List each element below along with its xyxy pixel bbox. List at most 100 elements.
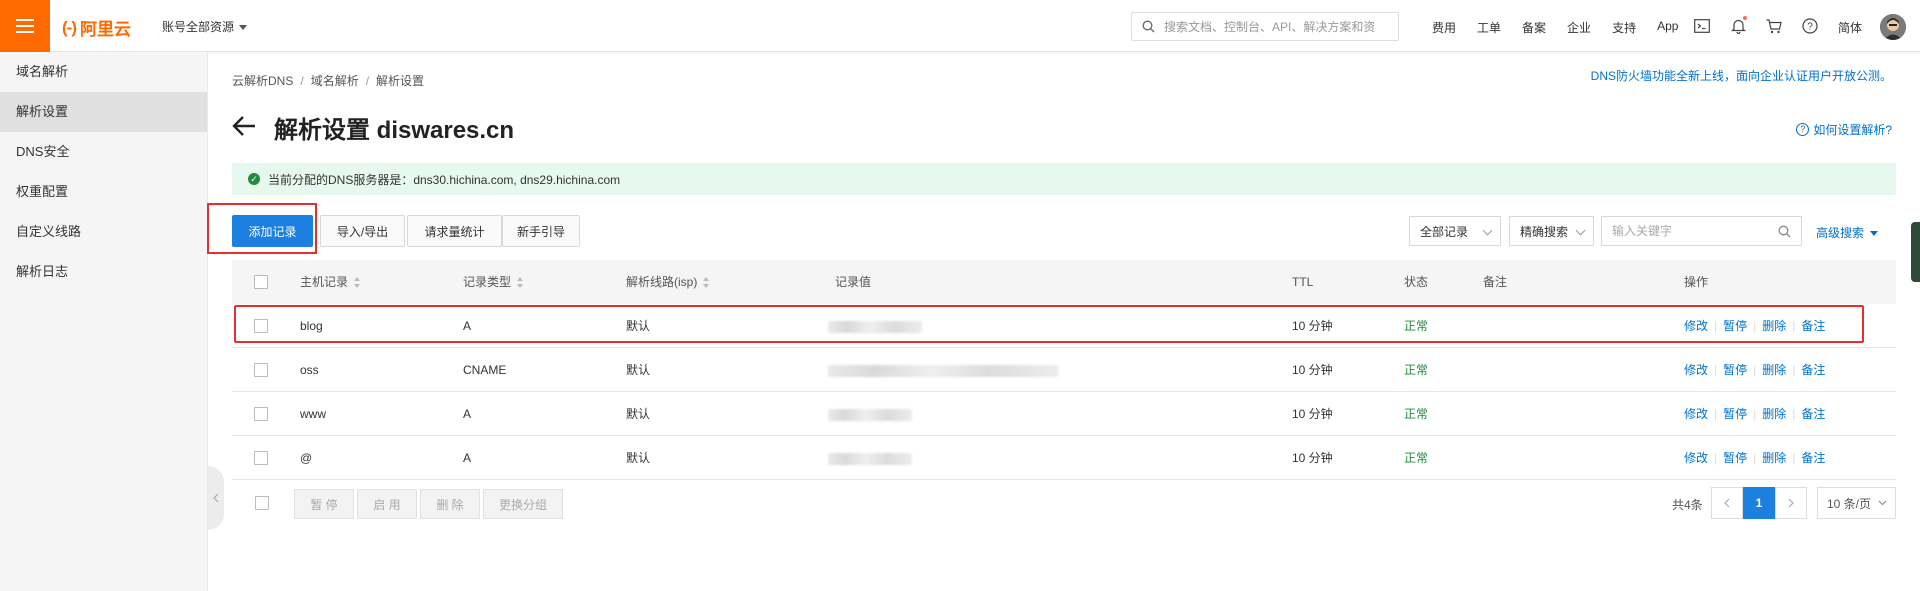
- edit-link[interactable]: 修改: [1684, 363, 1708, 377]
- nav-support[interactable]: 支持: [1612, 19, 1636, 36]
- row-actions: 修改 | 暂停 | 删除 | 备注: [1684, 348, 1825, 392]
- column-header-type-label: 记录类型: [463, 275, 512, 289]
- top-nav-links: 费用 工单 备案 企业 支持 App: [1432, 19, 1699, 36]
- breadcrumb-separator: /: [300, 74, 304, 88]
- user-avatar[interactable]: [1880, 14, 1906, 40]
- table-row: oss CNAME 默认 10 分钟 正常 修改 | 暂停 | 删除 | 备注: [232, 348, 1896, 392]
- breadcrumb-item-domain-resolution[interactable]: 域名解析: [311, 74, 359, 88]
- next-page-button[interactable]: [1775, 487, 1807, 519]
- chevron-left-icon: [1724, 498, 1730, 508]
- bulk-enable-button[interactable]: 启 用: [357, 489, 417, 519]
- terminal-icon[interactable]: [1692, 16, 1712, 36]
- prev-page-button[interactable]: [1711, 487, 1743, 519]
- aliyun-logo[interactable]: (-) 阿里云: [62, 15, 131, 40]
- bulk-delete-button[interactable]: 删 除: [420, 489, 480, 519]
- column-header-host-label: 主机记录: [300, 275, 349, 289]
- column-header-type[interactable]: 记录类型: [463, 260, 524, 304]
- record-type-filter[interactable]: 全部记录: [1409, 216, 1501, 246]
- breadcrumb-item-current: 解析设置: [376, 74, 425, 88]
- caret-down-icon: [239, 25, 248, 31]
- nav-tickets[interactable]: 工单: [1477, 19, 1501, 36]
- global-search[interactable]: [1131, 12, 1399, 41]
- nav-enterprise[interactable]: 企业: [1567, 19, 1591, 36]
- blurred-record-value: [828, 409, 912, 421]
- advanced-search-toggle[interactable]: 高级搜索: [1816, 224, 1879, 241]
- beginner-guide-button[interactable]: 新手引导: [502, 215, 580, 247]
- search-icon[interactable]: [1778, 225, 1791, 241]
- language-switch[interactable]: 简体: [1838, 19, 1862, 36]
- floating-feedback-handle[interactable]: [1911, 222, 1920, 282]
- hamburger-menu-button[interactable]: [0, 0, 50, 52]
- help-how-to-set-resolution-link[interactable]: ? 如何设置解析?: [1796, 121, 1892, 138]
- breadcrumb-item-cloud-dns[interactable]: 云解析DNS: [232, 74, 293, 88]
- nav-app[interactable]: App: [1657, 19, 1678, 36]
- search-mode-select[interactable]: 精确搜索: [1509, 216, 1594, 246]
- sidebar-item-custom-lines[interactable]: 自定义线路: [0, 212, 207, 252]
- account-label: 账号全部资源: [162, 20, 235, 34]
- keyword-search-input[interactable]: [1612, 217, 1772, 245]
- action-divider: |: [1753, 363, 1757, 377]
- request-stats-button[interactable]: 请求量统计: [407, 215, 502, 247]
- edit-link[interactable]: 修改: [1684, 451, 1708, 465]
- cell-type: A: [463, 407, 472, 421]
- account-resource-selector[interactable]: 账号全部资源: [162, 18, 248, 35]
- global-search-input[interactable]: [1164, 13, 1394, 40]
- delete-link[interactable]: 删除: [1762, 407, 1786, 421]
- page-size-select[interactable]: 10 条/页: [1817, 487, 1896, 519]
- import-export-button[interactable]: 导入/导出: [320, 215, 405, 247]
- add-record-button[interactable]: 添加记录: [232, 215, 313, 247]
- question-icon: ?: [1796, 123, 1810, 136]
- sidebar-item-dns-security[interactable]: DNS安全: [0, 132, 207, 172]
- column-header-line[interactable]: 解析线路(isp): [626, 260, 710, 304]
- top-navbar: (-) 阿里云 账号全部资源 费用 工单 备案 企业 支持 App ? 简体: [0, 0, 1920, 52]
- cell-line: 默认: [626, 363, 651, 377]
- nav-billing[interactable]: 费用: [1432, 19, 1456, 36]
- edit-link[interactable]: 修改: [1684, 407, 1708, 421]
- delete-link[interactable]: 删除: [1762, 363, 1786, 377]
- select-all-checkbox[interactable]: [254, 275, 268, 289]
- cell-host: oss: [300, 363, 319, 377]
- pause-link[interactable]: 暂停: [1723, 363, 1747, 377]
- row-checkbox[interactable]: [254, 407, 268, 421]
- pause-link[interactable]: 暂停: [1723, 407, 1747, 421]
- pause-link[interactable]: 暂停: [1723, 451, 1747, 465]
- nav-icp-filing[interactable]: 备案: [1522, 19, 1546, 36]
- sidebar: 域名解析 解析设置 DNS安全 权重配置 自定义线路 解析日志: [0, 52, 208, 591]
- sidebar-item-weight-config[interactable]: 权重配置: [0, 172, 207, 212]
- sidebar-collapse-button[interactable]: [208, 466, 224, 530]
- cell-host: www: [300, 407, 326, 421]
- search-icon: [1142, 20, 1155, 36]
- action-divider: |: [1753, 407, 1757, 421]
- total-count: 共4条: [1672, 498, 1703, 512]
- delete-link[interactable]: 删除: [1762, 451, 1786, 465]
- page-button-1[interactable]: 1: [1743, 487, 1775, 519]
- column-header-host[interactable]: 主机记录: [300, 260, 361, 304]
- row-checkbox[interactable]: [254, 363, 268, 377]
- back-arrow-icon[interactable]: [232, 116, 256, 139]
- column-header-ttl: TTL: [1292, 275, 1314, 289]
- column-header-line-label: 解析线路(isp): [626, 275, 698, 289]
- bulk-change-group-button[interactable]: 更换分组: [483, 489, 563, 519]
- announcement-link[interactable]: DNS防火墙功能全新上线，面向企业认证用户开放公测。: [1591, 67, 1892, 84]
- bulk-pause-button[interactable]: 暂 停: [294, 489, 354, 519]
- sidebar-item-resolution-log[interactable]: 解析日志: [0, 252, 207, 292]
- select-all-checkbox-footer[interactable]: [255, 496, 269, 510]
- remark-link[interactable]: 备注: [1801, 363, 1825, 377]
- row-checkbox[interactable]: [254, 451, 268, 465]
- keyword-search[interactable]: [1601, 216, 1802, 246]
- breadcrumb-separator: /: [365, 74, 370, 88]
- sidebar-item-domain-resolution[interactable]: 域名解析: [0, 52, 207, 92]
- remark-link[interactable]: 备注: [1801, 407, 1825, 421]
- cell-status: 正常: [1404, 451, 1429, 465]
- help-icon[interactable]: ?: [1800, 16, 1820, 36]
- bulk-action-bar: 暂 停 启 用 删 除 更换分组: [232, 487, 1896, 521]
- cell-ttl: 10 分钟: [1292, 407, 1333, 421]
- cell-line: 默认: [626, 451, 651, 465]
- breadcrumb: 云解析DNS / 域名解析 / 解析设置: [232, 72, 424, 89]
- sidebar-item-resolution-settings[interactable]: 解析设置: [0, 92, 207, 132]
- remark-link[interactable]: 备注: [1801, 451, 1825, 465]
- bell-icon[interactable]: [1728, 16, 1748, 36]
- action-divider: |: [1714, 363, 1718, 377]
- cart-icon[interactable]: [1764, 16, 1784, 36]
- logo-mark: (-): [62, 17, 77, 37]
